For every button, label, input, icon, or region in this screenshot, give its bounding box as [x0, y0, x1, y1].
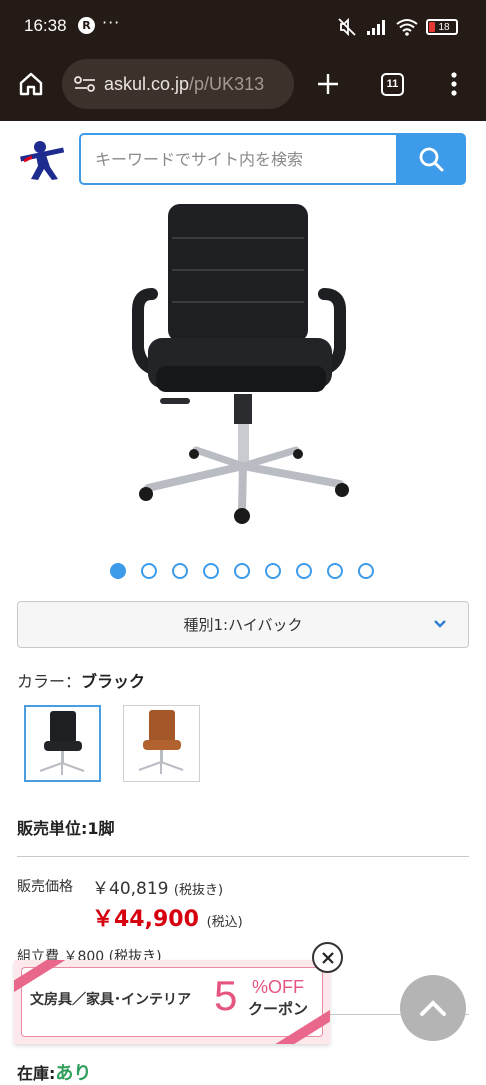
carousel-dot[interactable] [327, 563, 343, 579]
coupon-category: 文房具／家具･インテリア [30, 992, 191, 1008]
price-in-note: (税込) [206, 915, 243, 930]
browser-toolbar: askul.co.jp/p/UK313 11 [0, 54, 486, 121]
carousel-dot[interactable] [234, 563, 250, 579]
new-tab-icon[interactable] [316, 72, 340, 96]
price-ex-note: (税抜き) [173, 883, 224, 898]
chevron-down-icon [434, 620, 446, 628]
home-icon[interactable] [18, 71, 44, 97]
coupon-discount-number: 5 [214, 972, 238, 1019]
carousel-dot[interactable] [358, 563, 374, 579]
close-icon [321, 951, 334, 964]
more-notifications-icon: ··· [102, 13, 121, 32]
coupon-percent-off: %OFF [252, 977, 304, 997]
divider [17, 856, 469, 857]
color-label-prefix: カラー： [17, 672, 82, 691]
carousel-dot[interactable] [172, 563, 188, 579]
stock-label: 在庫: [17, 1064, 56, 1083]
search-button[interactable] [396, 133, 466, 185]
coupon-word: クーポン [248, 1000, 309, 1018]
url-path: /p/UK313 [189, 73, 265, 94]
battery-level: 18 [438, 21, 450, 33]
color-swatch-black[interactable] [24, 705, 101, 782]
price-in-value: ￥44,900 [92, 907, 199, 932]
notification-icon: R [78, 17, 95, 34]
search-icon [419, 147, 444, 172]
coupon-banner[interactable]: 文房具／家具･インテリア 5 %OFF クーポン [14, 960, 330, 1044]
overflow-menu-icon[interactable] [450, 71, 458, 97]
stock-value: あり [55, 1063, 92, 1084]
wifi-icon [396, 19, 418, 36]
search-input[interactable] [81, 135, 397, 183]
site-header [0, 121, 486, 197]
coupon-close-button[interactable] [312, 942, 343, 973]
price-excluding-tax: ￥40,819 (税抜き) [92, 874, 223, 899]
tab-switcher-button[interactable]: 11 [381, 73, 404, 96]
mute-icon [338, 17, 356, 37]
price-label: 販売価格 [17, 879, 73, 895]
carousel-dot[interactable] [296, 563, 312, 579]
scroll-to-top-button[interactable] [400, 975, 466, 1041]
swatch-brown-chair-image [138, 710, 184, 774]
url-host: askul.co.jp [104, 73, 190, 94]
color-value: ブラック [81, 672, 146, 691]
price-ex-value: ￥40,819 [92, 879, 169, 899]
askul-logo[interactable] [18, 139, 68, 183]
sales-unit: 販売単位:1脚 [17, 819, 115, 838]
product-image[interactable] [100, 198, 386, 538]
status-time: 16:38 [24, 16, 67, 35]
status-bar: 16:38 R ··· 18 [0, 0, 486, 54]
image-carousel-dots [110, 563, 374, 579]
chevron-up-icon [420, 1000, 446, 1016]
color-swatch-brown[interactable] [123, 705, 200, 782]
color-label: カラー：ブラック [17, 668, 145, 692]
variant-select[interactable]: 種別1:ハイバック [17, 601, 469, 648]
variant-select-label: 種別1:ハイバック [183, 616, 303, 634]
url-text: askul.co.jp/p/UK313 [104, 74, 264, 95]
carousel-dot[interactable] [110, 563, 126, 579]
stock-status: 在庫:あり [17, 1059, 91, 1085]
carousel-dot[interactable] [141, 563, 157, 579]
search-box[interactable] [79, 133, 397, 185]
swatch-black-chair-image [39, 711, 85, 775]
price-including-tax: ￥44,900 (税込) [92, 901, 243, 933]
site-settings-icon[interactable] [74, 75, 96, 93]
carousel-dot[interactable] [203, 563, 219, 579]
battery-icon: 18 [426, 19, 458, 35]
carousel-dot[interactable] [265, 563, 281, 579]
signal-icon [367, 20, 385, 35]
url-bar[interactable]: askul.co.jp/p/UK313 [62, 59, 294, 109]
